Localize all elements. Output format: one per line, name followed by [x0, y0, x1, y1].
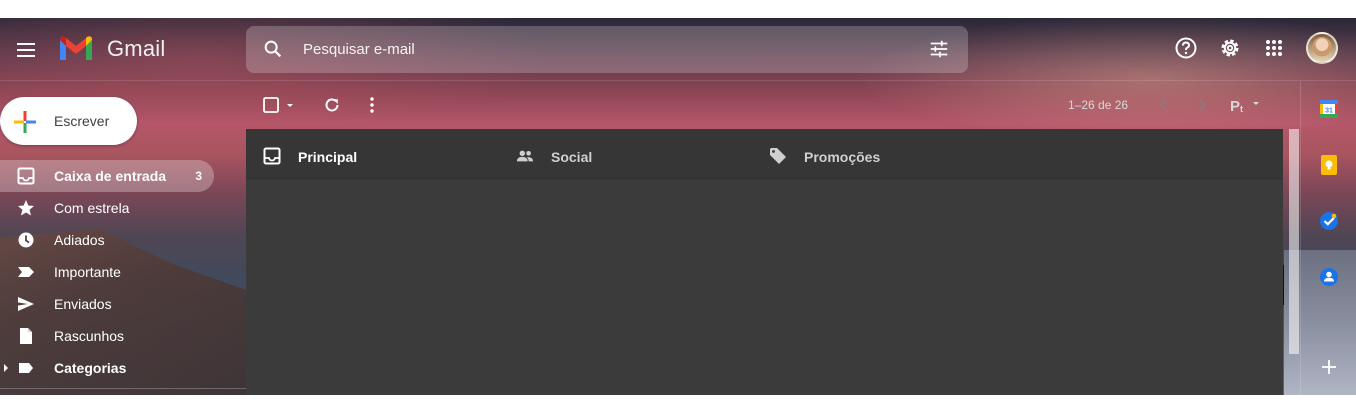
gmail-logo-icon[interactable]	[58, 33, 94, 63]
sidebar-item-inbox[interactable]: Caixa de entrada 3	[0, 160, 214, 192]
keep-icon[interactable]	[1318, 154, 1340, 176]
svg-text:31: 31	[1325, 108, 1333, 115]
more-options-icon[interactable]	[362, 95, 382, 115]
sidebar-item-drafts[interactable]: Rascunhos	[0, 320, 214, 352]
compose-label: Escrever	[54, 113, 110, 129]
search-icon[interactable]	[262, 38, 284, 60]
tab-principal[interactable]: Principal	[246, 129, 496, 179]
refresh-icon[interactable]	[322, 95, 342, 115]
inbox-icon	[17, 167, 35, 185]
gmail-wordmark: Gmail	[107, 36, 166, 61]
menu-icon-bar	[17, 43, 35, 45]
header-divider	[0, 80, 1356, 81]
tasks-icon[interactable]	[1318, 210, 1340, 232]
tab-label: Promoções	[804, 149, 881, 165]
expand-caret-icon[interactable]	[4, 364, 8, 372]
sidebar-item-label: Caixa de entrada	[54, 168, 167, 184]
select-checkbox[interactable]	[262, 95, 298, 115]
tab-social[interactable]: Social	[499, 129, 749, 179]
sidebar-item-label: Importante	[54, 264, 121, 280]
apps-grid-icon[interactable]	[1262, 36, 1286, 60]
inbox-unread-count: 3	[195, 169, 202, 183]
tab-promocoes[interactable]: Promoções	[752, 129, 1002, 179]
sidebar-item-label: Com estrela	[54, 200, 130, 216]
sidebar-item-label: Categorias	[54, 360, 127, 376]
category-tabs: Principal Social Promoções	[246, 129, 1283, 179]
send-icon	[18, 297, 34, 311]
sidebar-item-label: Rascunhos	[54, 328, 125, 344]
next-page-icon[interactable]	[1194, 96, 1210, 114]
search-bar[interactable]: Pesquisar e-mail	[246, 26, 968, 73]
compose-button[interactable]: Escrever	[0, 97, 137, 145]
search-input[interactable]: Pesquisar e-mail	[303, 41, 415, 58]
menu-icon-bar	[17, 55, 35, 57]
tab-label: Principal	[298, 149, 358, 165]
sidebar-divider	[0, 388, 246, 389]
sidebar-item-snoozed[interactable]: Adiados	[0, 224, 214, 256]
contacts-icon[interactable]	[1318, 266, 1340, 288]
side-panel-divider	[1300, 81, 1301, 395]
star-icon	[18, 200, 34, 216]
inbox-icon	[263, 147, 281, 165]
label-icon	[19, 363, 33, 373]
scrollbar[interactable]	[1289, 129, 1299, 354]
main-menu-button[interactable]	[10, 34, 42, 66]
compose-plus-icon	[14, 111, 36, 133]
add-addon-icon[interactable]	[1318, 356, 1340, 378]
svg-text:t: t	[1240, 104, 1243, 114]
help-icon[interactable]	[1174, 36, 1198, 60]
tag-icon	[770, 148, 786, 164]
previous-page-icon[interactable]	[1156, 96, 1172, 114]
sidebar-item-sent[interactable]: Enviados	[0, 288, 214, 320]
tab-label: Social	[551, 149, 593, 165]
sidebar-item-categories[interactable]: Categorias	[0, 352, 214, 384]
draft-icon	[20, 328, 32, 344]
people-icon	[516, 150, 534, 162]
settings-gear-icon[interactable]	[1218, 36, 1242, 60]
svg-text:P: P	[1230, 98, 1240, 114]
clock-icon	[18, 232, 34, 248]
sidebar-item-starred[interactable]: Com estrela	[0, 192, 214, 224]
pagination-count: 1–26 de 26	[1068, 98, 1129, 112]
message-list-panel: Principal Social Promoções	[246, 129, 1283, 395]
account-avatar[interactable]	[1306, 32, 1338, 64]
sidebar-item-label: Enviados	[54, 296, 112, 312]
menu-icon-bar	[17, 49, 35, 51]
important-icon	[18, 267, 34, 277]
calendar-icon[interactable]: 31	[1318, 98, 1340, 120]
search-options-icon[interactable]	[928, 38, 950, 60]
sidebar-item-label: Adiados	[54, 232, 105, 248]
sidebar-item-important[interactable]: Importante	[0, 256, 214, 288]
input-tools-icon[interactable]: P t	[1228, 96, 1264, 114]
